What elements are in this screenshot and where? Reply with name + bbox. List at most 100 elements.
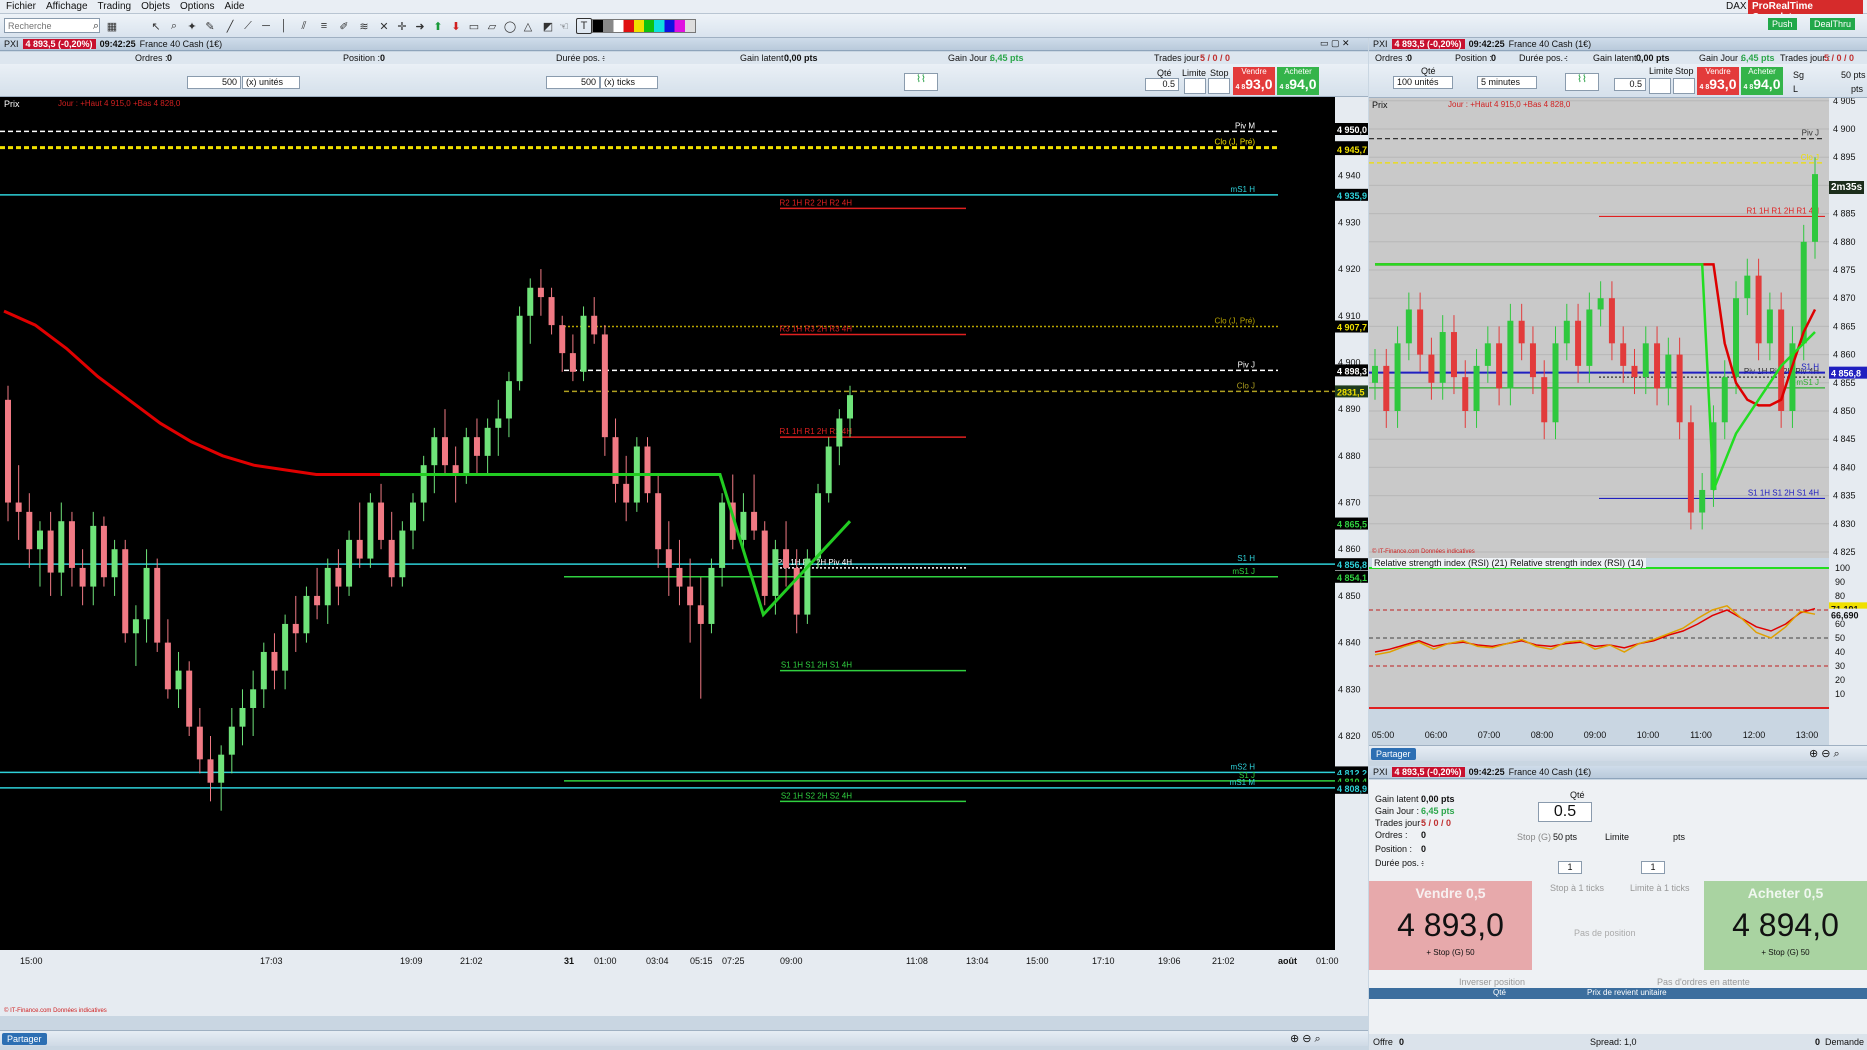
- left-share-button[interactable]: Partager: [2, 1033, 47, 1045]
- cursor-icon[interactable]: ↖: [148, 18, 164, 34]
- x-tick-label: 13:04: [966, 956, 989, 966]
- pencil-icon[interactable]: ✎: [202, 18, 218, 34]
- target-tool-icon[interactable]: ✛: [394, 18, 410, 34]
- candle-body: [388, 539, 395, 578]
- dealthru-button[interactable]: DealThru: [1810, 18, 1856, 30]
- y-tick-label: 4 880: [1338, 451, 1361, 461]
- rectangle-tool-icon[interactable]: ▭: [466, 18, 482, 34]
- candle-body: [1541, 377, 1548, 423]
- color-palette[interactable]: [592, 19, 696, 33]
- channel-tool-icon[interactable]: ⫽: [296, 18, 312, 34]
- y-tick-label: 4 830: [1833, 519, 1856, 529]
- search-input[interactable]: [4, 18, 100, 33]
- level-label: mS1 H: [1231, 185, 1256, 194]
- candle-body: [218, 754, 225, 783]
- vline-tool-icon[interactable]: │: [276, 18, 292, 34]
- r-limit-label: Limite: [1649, 66, 1674, 76]
- r-limit-button[interactable]: [1649, 78, 1671, 94]
- bulb-icon[interactable]: ✦: [184, 18, 200, 34]
- cross-tool-icon[interactable]: ✕: [376, 18, 392, 34]
- candle-body: [79, 567, 86, 587]
- r-gain-jour-label: Gain Jour :: [1699, 53, 1744, 63]
- menu-options[interactable]: Options: [180, 1, 214, 12]
- zoom-controls-icon[interactable]: ⊕ ⊖ ⌕: [1290, 1032, 1321, 1046]
- candle-body: [271, 651, 278, 671]
- level-label: Clo J: [1801, 153, 1819, 162]
- zoom-icon[interactable]: ⌕: [166, 18, 182, 34]
- menu-objets[interactable]: Objets: [141, 1, 170, 12]
- candle-body: [1462, 377, 1469, 411]
- menu-aide[interactable]: Aide: [224, 1, 244, 12]
- stop-button[interactable]: [1208, 78, 1230, 94]
- op-limit-label[interactable]: Limite: [1605, 832, 1629, 842]
- chart-tool-icon[interactable]: ◩: [540, 18, 556, 34]
- right-share-button[interactable]: Partager: [1371, 748, 1416, 760]
- arrow-up-icon[interactable]: ⬆: [430, 18, 446, 34]
- right-window-title: PXI 4 893,5 (-0,20%) 09:42:25 France 40 …: [1369, 38, 1867, 51]
- hline-tool-icon[interactable]: ─: [258, 18, 274, 34]
- menu-fichier[interactable]: Fichier: [6, 1, 36, 12]
- ellipse-tool-icon[interactable]: ◯: [502, 18, 518, 34]
- op-stepper-2[interactable]: 1: [1641, 861, 1665, 874]
- units-select[interactable]: (x) unités: [242, 76, 300, 89]
- left-chart-svg[interactable]: 4 820 4 830 4 840 4 850 4 860 4 870 4 880 4 890…: [0, 97, 1368, 1016]
- limit-button[interactable]: [1184, 78, 1206, 94]
- menu-trading[interactable]: Trading: [98, 1, 132, 12]
- ray-tool-icon[interactable]: ⟋: [240, 18, 256, 34]
- r-units-select[interactable]: 100 unités: [1393, 76, 1453, 89]
- left-sell-button[interactable]: Vendre 4 893,0: [1233, 67, 1275, 95]
- left-chart[interactable]: 4 820 4 830 4 840 4 850 4 860 4 870 4 880 4 890…: [0, 97, 1368, 1019]
- units-input[interactable]: 500: [187, 76, 241, 89]
- r-gain-latent-label: Gain latent :: [1593, 53, 1642, 63]
- chart-style-icon[interactable]: ⌇⌇: [904, 73, 938, 91]
- hand-tool-icon[interactable]: ☜: [556, 18, 572, 34]
- arrow-down-icon[interactable]: ⬇: [448, 18, 464, 34]
- layout-icon[interactable]: ▦: [104, 18, 120, 34]
- r-chart-style-icon[interactable]: ⌇⌇: [1565, 73, 1599, 91]
- r-qty-input[interactable]: 0.5: [1614, 78, 1646, 91]
- big-sell-button[interactable]: Vendre 0,5 4 893,0 + Stop (G) 50: [1369, 881, 1532, 970]
- right-sell-button[interactable]: Vendre 4 893,0: [1697, 67, 1739, 95]
- triangle-tool-icon[interactable]: △: [520, 18, 536, 34]
- right-credit: © IT-Finance.com Données indicatives: [1372, 549, 1475, 555]
- op-col-qty: Qté: [1493, 988, 1506, 997]
- gann-tool-icon[interactable]: ≋: [356, 18, 372, 34]
- right-buy-button[interactable]: Acheter 4 894,0: [1741, 67, 1783, 95]
- qty-input[interactable]: 0.5: [1145, 78, 1179, 91]
- candle-body: [36, 530, 43, 550]
- r-zoom-controls-icon[interactable]: ⊕ ⊖ ⌕: [1809, 747, 1840, 761]
- text-tool-icon[interactable]: T: [576, 18, 592, 34]
- candle-body: [132, 619, 139, 634]
- menu-affichage[interactable]: Affichage: [46, 1, 88, 12]
- r-timeframe-select[interactable]: 5 minutes: [1477, 76, 1537, 89]
- op-stepper-1[interactable]: 1: [1558, 861, 1582, 874]
- op-qty-input[interactable]: 0.5: [1538, 802, 1592, 822]
- push-button[interactable]: Push: [1768, 18, 1797, 30]
- op-reverse[interactable]: Inverser position: [1459, 977, 1525, 987]
- op-stop-value[interactable]: 50: [1553, 832, 1563, 842]
- brush-tool-icon[interactable]: ✐: [336, 18, 352, 34]
- candle-body: [58, 521, 65, 573]
- parallelogram-tool-icon[interactable]: ▱: [484, 18, 500, 34]
- x-tick-label: 05:15: [690, 956, 713, 966]
- ticks-select[interactable]: (x) ticks: [600, 76, 658, 89]
- right-chart-svg[interactable]: 4 8254 8304 8354 8404 8454 8504 8554 860…: [1369, 68, 1867, 748]
- candle-body: [431, 437, 438, 466]
- candle-body: [410, 502, 417, 531]
- window-controls-icon[interactable]: ▭ ▢ ✕: [1320, 38, 1350, 49]
- ticks-input[interactable]: 500: [546, 76, 600, 89]
- toolbar: ⌕ ▦ ↖ ⌕ ✦ ✎ ╱ ⟋ ─ │ ⫽ ≡ ✐ ≋ ✕ ✛ ➜ ⬆ ⬇ ▭ …: [0, 14, 1867, 38]
- big-buy-sub: + Stop (G) 50: [1761, 948, 1810, 957]
- left-buy-button[interactable]: Acheter 4 894,0: [1277, 67, 1319, 95]
- y-tick-label: 4 855: [1833, 378, 1856, 388]
- search-icon[interactable]: ⌕: [88, 18, 104, 34]
- op-stop-label[interactable]: Stop (G): [1517, 832, 1551, 842]
- price-tag: 4 907,7: [1337, 323, 1367, 333]
- r-stop-button[interactable]: [1673, 78, 1695, 94]
- right-chart[interactable]: 4 825 4 830 4 835 4 840 4 845 4 850 4 855 4 860…: [1369, 68, 1867, 751]
- fib-tool-icon[interactable]: ≡: [316, 18, 332, 34]
- arrow-right-icon[interactable]: ➜: [412, 18, 428, 34]
- big-buy-button[interactable]: Acheter 0,5 4 894,0 + Stop (G) 50: [1704, 881, 1867, 970]
- left-control-bar: 500 (x) unités 500 (x) ticks ⌇⌇ Qté 0.5 …: [0, 64, 1368, 97]
- line-tool-icon[interactable]: ╱: [222, 18, 238, 34]
